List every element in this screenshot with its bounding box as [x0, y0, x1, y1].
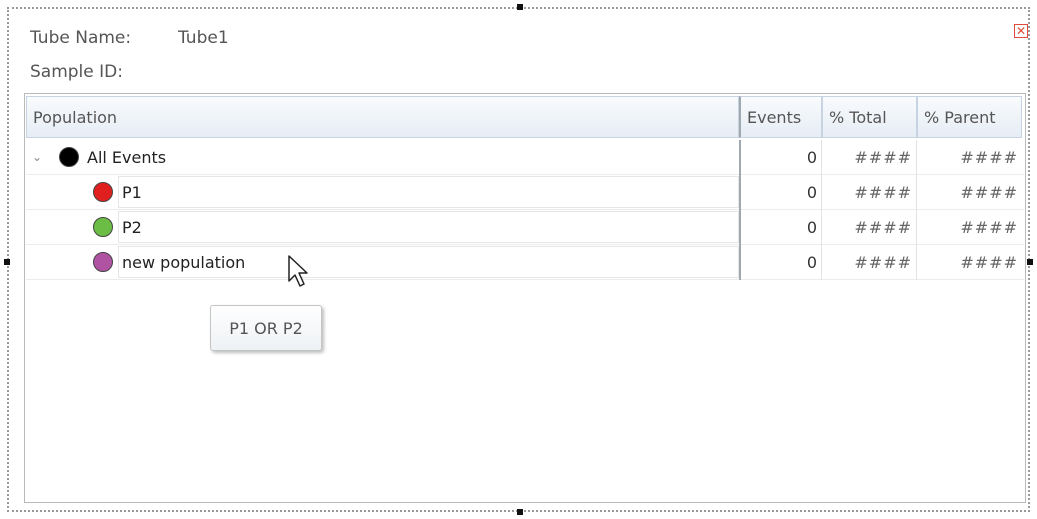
column-header-pct-parent[interactable]: % Parent: [917, 96, 1022, 138]
resize-handle-left[interactable]: [4, 259, 10, 265]
table-row[interactable]: P1 0 #### ####: [26, 175, 1024, 210]
events-value: 0: [739, 210, 822, 245]
table-header: Population Events % Total % Parent: [26, 96, 1024, 138]
column-header-population[interactable]: Population: [26, 96, 739, 138]
population-name: All Events: [87, 148, 167, 167]
resize-handle-top[interactable]: [517, 4, 523, 10]
population-name: new population: [122, 253, 246, 272]
population-color-dot: [59, 147, 79, 167]
column-header-events[interactable]: Events: [739, 96, 822, 138]
pct-total-value: ####: [822, 140, 917, 175]
population-cell[interactable]: new population: [26, 245, 739, 280]
mouse-pointer-icon: [288, 255, 308, 287]
population-name: P2: [122, 218, 142, 237]
pct-total-value: ####: [822, 210, 917, 245]
events-value: 0: [739, 245, 822, 280]
events-value: 0: [739, 140, 822, 175]
pct-parent-value: ####: [960, 218, 1018, 237]
pct-total-value: ####: [822, 245, 917, 280]
population-cell[interactable]: ⌄ All Events: [26, 140, 739, 175]
events-value: 0: [739, 175, 822, 210]
column-header-pct-total[interactable]: % Total: [822, 96, 917, 138]
population-color-dot: [93, 182, 113, 202]
table-row[interactable]: new population 0 #### ####: [26, 245, 1024, 280]
resize-handle-bottom[interactable]: [517, 509, 523, 515]
sample-id-label: Sample ID:: [30, 62, 123, 82]
population-table: Population Events % Total % Parent ⌄ All…: [24, 93, 1026, 503]
population-name: P1: [122, 183, 142, 202]
pct-total-value: ####: [822, 175, 917, 210]
resize-handle-right[interactable]: [1027, 259, 1033, 265]
population-color-dot: [93, 217, 113, 237]
label-border: [118, 176, 739, 208]
table-row[interactable]: P2 0 #### ####: [26, 210, 1024, 245]
pct-parent-value: ####: [960, 148, 1018, 167]
tooltip: P1 OR P2: [210, 305, 322, 351]
tube-name-label: Tube Name:: [30, 28, 132, 48]
population-cell[interactable]: P2: [26, 210, 739, 245]
label-border: [118, 211, 739, 243]
pct-parent-value: ####: [960, 253, 1018, 272]
tube-name-value: Tube1: [178, 28, 229, 48]
population-cell[interactable]: P1: [26, 175, 739, 210]
chevron-down-icon[interactable]: ⌄: [32, 140, 42, 175]
population-color-dot: [93, 252, 113, 272]
table-row[interactable]: ⌄ All Events 0 #### ####: [26, 140, 1024, 175]
close-icon[interactable]: ✕: [1014, 24, 1028, 38]
pct-parent-value: ####: [960, 183, 1018, 202]
